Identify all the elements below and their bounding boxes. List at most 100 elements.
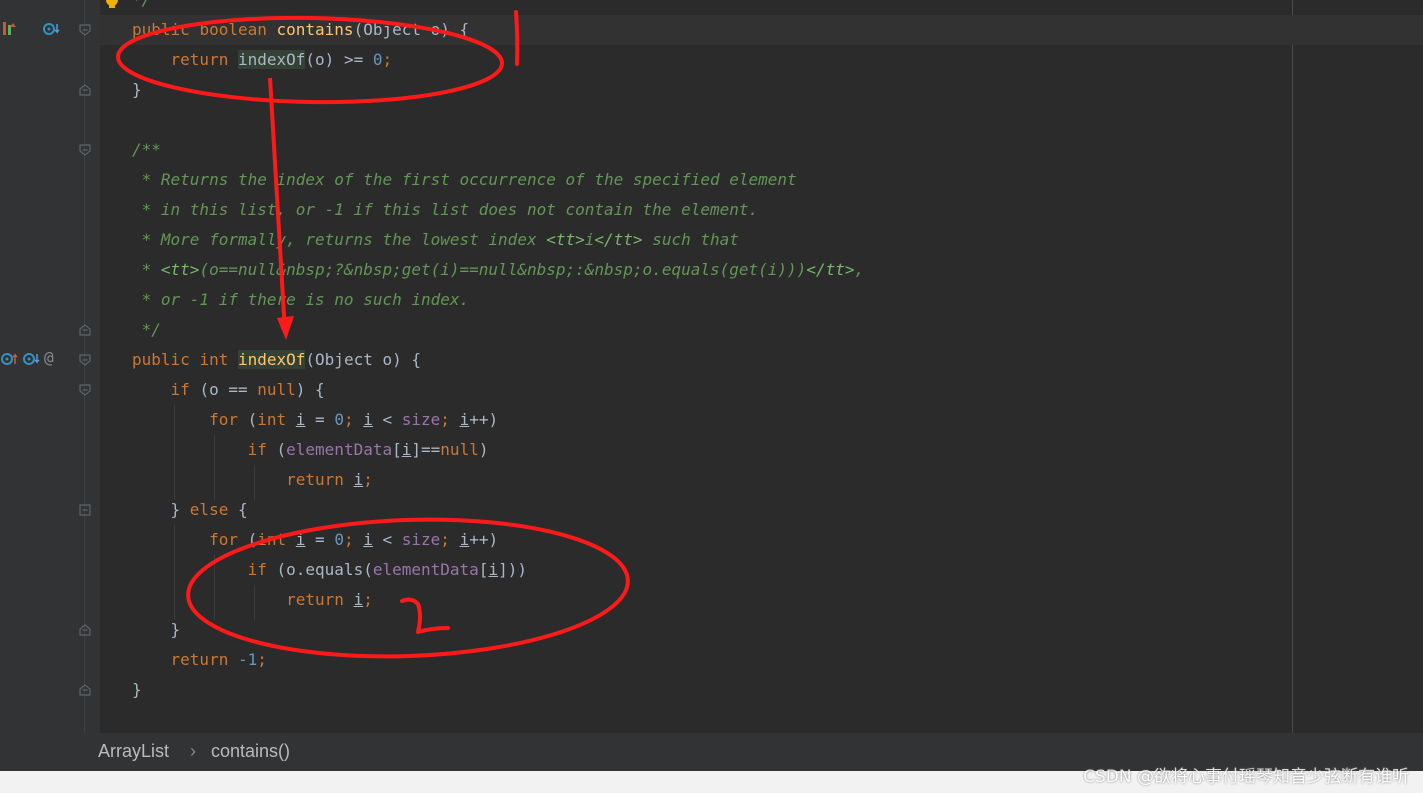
code-token: */ <box>132 320 161 339</box>
code-token: ; <box>343 410 364 429</box>
code-token: 1 <box>247 650 258 669</box>
code-token: for <box>209 410 248 429</box>
code-token: [ <box>392 440 402 459</box>
overrides-method-icon[interactable] <box>22 350 42 368</box>
code-line[interactable]: } <box>132 75 142 105</box>
fold-marker-icon[interactable] <box>79 384 91 396</box>
code-line[interactable]: } <box>132 675 142 705</box>
breadcrumb-separator: › <box>190 741 196 761</box>
code-line[interactable]: for (int i = 0; i < size; i++) <box>132 525 498 555</box>
fold-marker-icon[interactable] <box>79 324 91 336</box>
intention-bulb-icon[interactable] <box>104 0 120 12</box>
code-line[interactable]: public boolean contains(Object o) { <box>132 15 469 45</box>
code-token: * More formally, returns the lowest inde… <box>132 230 547 249</box>
code-line[interactable]: /** <box>132 135 161 165</box>
code-token: ; <box>363 470 373 489</box>
watermark: CSDN @欲将心事付瑶琴知音少弦断有谁听 <box>1083 767 1409 787</box>
code-token: ; <box>363 590 373 609</box>
annotation-at-icon[interactable]: @ <box>44 349 54 367</box>
code-line[interactable]: return i; <box>132 585 373 615</box>
code-token: */ <box>132 0 151 9</box>
code-token: int <box>257 410 296 429</box>
fold-marker-icon[interactable] <box>79 684 91 696</box>
code-line[interactable]: */ <box>132 0 151 15</box>
code-token: (Object o) { <box>353 20 470 39</box>
code-line[interactable]: if (o == null) { <box>132 375 325 405</box>
code-token: contains <box>276 20 354 39</box>
code-line[interactable]: * in this list, or -1 if this list does … <box>132 195 759 225</box>
code-token: size <box>401 530 441 549</box>
code-token: i <box>353 470 364 489</box>
code-token: ; <box>440 410 460 429</box>
code-line[interactable]: * <tt>(o==null&nbsp;?&nbsp;get(i)==null&… <box>132 255 865 285</box>
code-token: ( <box>247 410 258 429</box>
code-token: , <box>854 260 865 279</box>
code-token: if <box>170 380 200 399</box>
breadcrumb-class[interactable]: ArrayList <box>98 741 169 762</box>
implements-method-icon[interactable] <box>2 20 18 38</box>
code-token: 0 <box>334 410 344 429</box>
code-token: } <box>132 680 142 699</box>
code-token: such that <box>642 230 739 249</box>
code-line[interactable]: * More formally, returns the lowest inde… <box>132 225 739 255</box>
code-token: ; <box>257 650 267 669</box>
code-token: if <box>247 440 277 459</box>
code-token: i <box>295 530 306 549</box>
fold-marker-icon[interactable] <box>79 354 91 366</box>
code-line[interactable]: * or -1 if there is no such index. <box>132 285 470 315</box>
code-token: i <box>584 230 595 249</box>
code-token: ++) <box>469 530 499 549</box>
code-line[interactable]: public int indexOf(Object o) { <box>132 345 421 375</box>
code-line[interactable]: * Returns the index of the first occurre… <box>132 165 797 195</box>
code-line[interactable]: } <box>132 615 181 645</box>
code-token: * in this list, or -1 if this list does … <box>132 200 759 219</box>
code-token: < <box>372 530 402 549</box>
fold-marker-icon[interactable] <box>79 84 91 96</box>
code-token: <tt> <box>160 260 200 279</box>
implemented-in-icon[interactable] <box>0 350 20 368</box>
code-line[interactable]: return -1; <box>132 645 267 675</box>
code-token: } <box>132 620 181 639</box>
code-token: [ <box>478 560 489 579</box>
code-token: ; <box>440 530 460 549</box>
code-line[interactable]: } else { <box>132 495 248 525</box>
code-token: else <box>189 500 238 519</box>
code-token: i <box>363 530 373 549</box>
code-token: for <box>209 530 248 549</box>
overrides-method-icon[interactable] <box>42 20 64 38</box>
fold-marker-icon[interactable] <box>79 144 91 156</box>
code-line[interactable]: if (elementData[i]==null) <box>132 435 489 465</box>
code-line[interactable]: return indexOf(o) >= 0; <box>132 45 392 75</box>
code-token: = <box>305 530 335 549</box>
fold-marker-icon[interactable] <box>79 624 91 636</box>
code-token: null <box>440 440 479 459</box>
code-token: (o == <box>199 380 258 399</box>
code-token: </tt> <box>594 230 643 249</box>
code-line[interactable]: for (int i = 0; i < size; i++) <box>132 405 498 435</box>
code-token: boolean <box>199 20 277 39</box>
code-token: /** <box>132 140 161 159</box>
code-token: (o==null&nbsp;?&nbsp;get(i)==null&nbsp;:… <box>199 260 807 279</box>
code-token: - <box>237 650 248 669</box>
fold-marker-icon[interactable] <box>79 24 91 36</box>
code-token: i <box>401 440 412 459</box>
code-token: ]== <box>411 440 441 459</box>
code-token: size <box>401 410 441 429</box>
code-line[interactable]: if (o.equals(elementData[i])) <box>132 555 527 585</box>
fold-marker-icon[interactable] <box>79 504 91 516</box>
code-line[interactable]: */ <box>132 315 161 345</box>
code-editor[interactable]: @ */public boolean contains(Object o) { … <box>0 0 1423 733</box>
code-line[interactable]: return i; <box>132 465 373 495</box>
code-token: ) <box>478 440 489 459</box>
breadcrumb-method[interactable]: contains() <box>211 741 290 762</box>
code-token: public <box>132 20 200 39</box>
code-token: i <box>363 410 373 429</box>
